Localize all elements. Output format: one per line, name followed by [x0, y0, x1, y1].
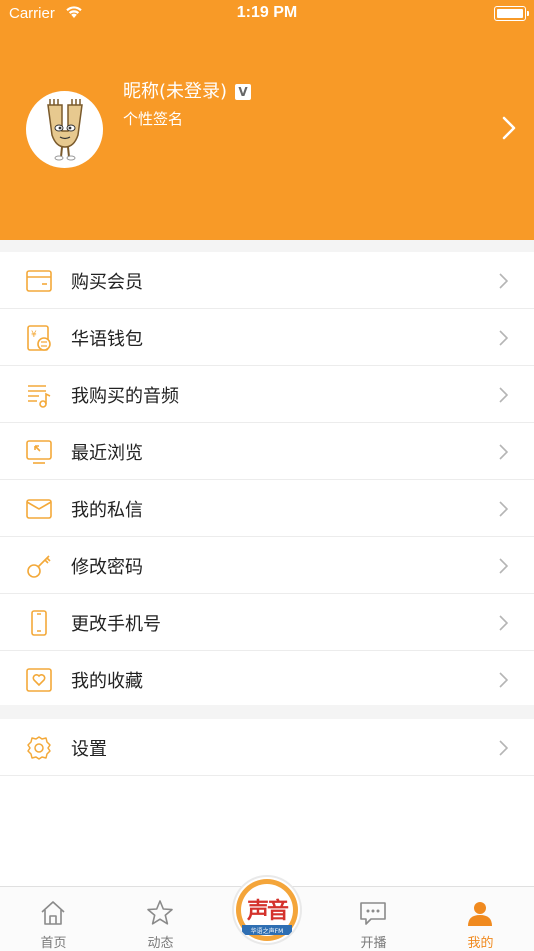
- menu-item-settings[interactable]: 设置: [0, 719, 534, 776]
- menu-item-buy-member[interactable]: 购买会员: [0, 252, 534, 309]
- settings-section: 设置: [0, 719, 534, 776]
- wallet-icon: ¥: [27, 325, 51, 351]
- chevron-right-icon: [499, 444, 508, 460]
- tab-home[interactable]: 首页: [0, 887, 107, 951]
- nickname[interactable]: 昵称(未登录) V: [123, 77, 252, 103]
- star-icon: [147, 900, 173, 925]
- center-logo-button[interactable]: 声音 华语之声FM: [234, 877, 300, 943]
- menu-item-wallet[interactable]: ¥ 华语钱包: [0, 309, 534, 366]
- tab-feed[interactable]: 动态: [107, 887, 214, 951]
- home-icon: [41, 901, 65, 925]
- tab-mine[interactable]: 我的: [427, 887, 534, 951]
- tab-label: 动态: [147, 936, 174, 951]
- chevron-right-icon: [499, 672, 508, 688]
- menu-item-label: 购买会员: [71, 272, 143, 293]
- settings-label: 设置: [71, 739, 107, 760]
- chat-icon: [360, 902, 386, 925]
- chevron-right-icon: [499, 387, 508, 403]
- music-list-icon: [28, 385, 51, 408]
- profile-chevron-right-icon[interactable]: [502, 116, 516, 140]
- menu-item-label: 我的私信: [71, 500, 143, 521]
- svg-text:¥: ¥: [31, 330, 37, 340]
- chevron-right-icon: [499, 501, 508, 517]
- recent-icon: [26, 440, 52, 464]
- center-logo-subtext: 华语之声FM: [250, 928, 284, 935]
- menu-item-label: 最近浏览: [71, 443, 143, 464]
- chevron-right-icon: [499, 615, 508, 631]
- battery-icon: [494, 6, 529, 21]
- person-icon: [468, 902, 492, 926]
- menu-item-label: 修改密码: [71, 557, 143, 578]
- key-icon: [27, 555, 51, 578]
- cartoon-avatar-icon: [47, 99, 83, 161]
- chevron-right-icon: [499, 273, 508, 289]
- menu-item-label: 华语钱包: [71, 329, 143, 350]
- verified-badge-icon: V: [235, 84, 252, 100]
- menu-item-favorites[interactable]: 我的收藏: [0, 651, 534, 708]
- menu-list: 购买会员 ¥ 华语钱包 我购买的音频 最近浏览 我的私信 修改密码 更改手机号 …: [0, 252, 534, 708]
- member-card-icon: [26, 270, 52, 292]
- gear-icon: [27, 736, 51, 760]
- message-icon: [26, 499, 52, 519]
- tab-label: 开播: [360, 936, 387, 951]
- menu-item-label: 更改手机号: [71, 614, 161, 635]
- chevron-right-icon: [499, 558, 508, 574]
- menu-item-change-phone[interactable]: 更改手机号: [0, 594, 534, 651]
- menu-item-change-password[interactable]: 修改密码: [0, 537, 534, 594]
- menu-item-messages[interactable]: 我的私信: [0, 480, 534, 537]
- nickname-text: 昵称(未登录): [123, 81, 228, 102]
- tab-broadcast[interactable]: 开播: [320, 887, 427, 951]
- menu-item-recent[interactable]: 最近浏览: [0, 423, 534, 480]
- chevron-right-icon: [499, 330, 508, 346]
- menu-item-purchased-audio[interactable]: 我购买的音频: [0, 366, 534, 423]
- chevron-right-icon: [499, 740, 508, 756]
- menu-item-label: 我购买的音频: [71, 386, 179, 407]
- phone-icon: [31, 610, 47, 636]
- center-logo-text: 声音: [246, 899, 289, 924]
- favorite-icon: [26, 668, 52, 692]
- section-divider: [0, 240, 534, 252]
- signature[interactable]: 个性签名: [123, 108, 183, 129]
- avatar[interactable]: [26, 91, 103, 168]
- status-bar: Carrier 1:19 PM: [0, 0, 534, 28]
- section-divider: [0, 705, 534, 719]
- tab-label: 我的: [467, 936, 494, 951]
- menu-item-label: 我的收藏: [71, 671, 143, 692]
- status-time: 1:19 PM: [236, 4, 298, 21]
- tab-label: 首页: [40, 936, 67, 951]
